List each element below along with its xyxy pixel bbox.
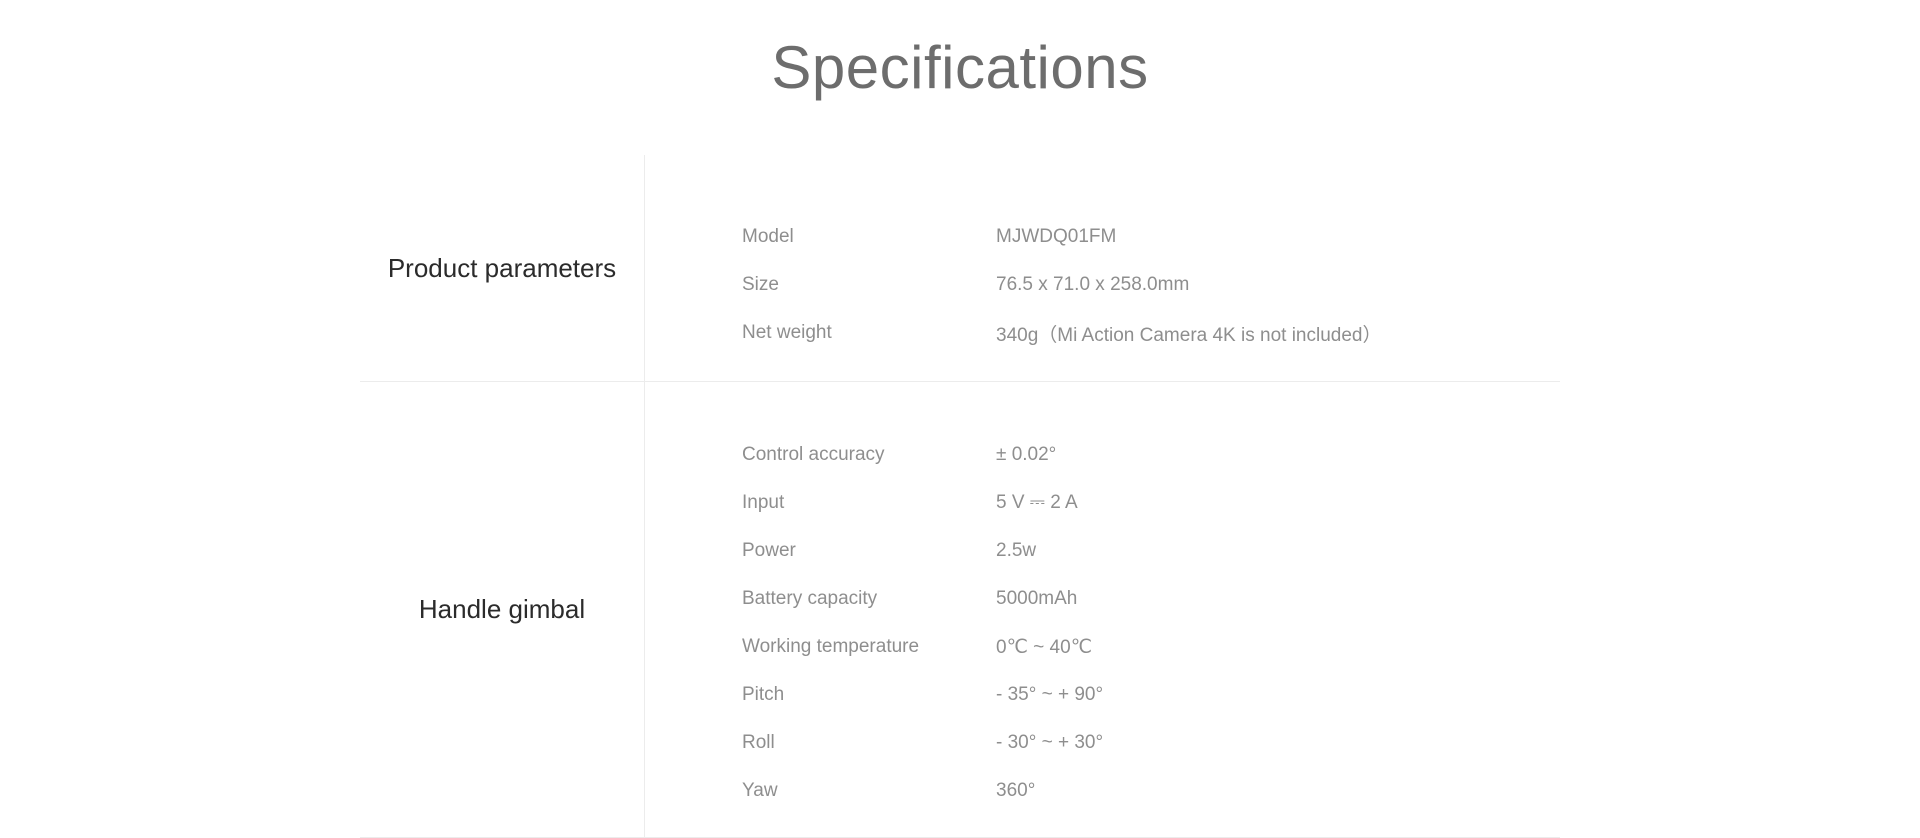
spec-row-model: Model MJWDQ01FM	[742, 213, 1560, 261]
spec-row-working-temperature: Working temperature 0℃ ~ 40℃	[742, 623, 1560, 671]
spec-value: 5000mAh	[996, 588, 1078, 609]
spec-section-product-parameters: Product parameters Model MJWDQ01FM Size …	[360, 155, 1560, 382]
spec-row-battery-capacity: Battery capacity 5000mAh	[742, 575, 1560, 623]
spec-key: Size	[742, 274, 779, 295]
spec-row-control-accuracy: Control accuracy ± 0.02°	[742, 431, 1560, 479]
spec-section-handle-gimbal: Handle gimbal Control accuracy ± 0.02° I…	[360, 382, 1560, 838]
spec-key: Pitch	[742, 684, 785, 705]
spec-key: Input	[742, 492, 785, 513]
spec-value: 76.5 x 71.0 x 258.0mm	[996, 274, 1190, 295]
spec-value: - 35° ~ + 90°	[996, 684, 1104, 705]
spec-value: ± 0.02°	[996, 444, 1057, 465]
spec-value: 340g（Mi Action Camera 4K is not included…	[996, 324, 1382, 346]
spec-row-pitch: Pitch - 35° ~ + 90°	[742, 671, 1560, 719]
spec-row-size: Size 76.5 x 71.0 x 258.0mm	[742, 261, 1560, 309]
section-rows: Control accuracy ± 0.02° Input 5 V ⎓ 2 A…	[645, 382, 1560, 837]
spec-value: 360°	[996, 780, 1036, 801]
spec-row-net-weight: Net weight 340g（Mi Action Camera 4K is n…	[742, 309, 1560, 357]
spec-row-roll: Roll - 30° ~ + 30°	[742, 719, 1560, 767]
spec-value: 0℃ ~ 40℃	[996, 636, 1093, 658]
spec-row-input: Input 5 V ⎓ 2 A	[742, 479, 1560, 527]
spec-key: Model	[742, 226, 794, 247]
spec-value: - 30° ~ + 30°	[996, 732, 1104, 753]
spec-key: Roll	[742, 732, 775, 753]
spec-value: MJWDQ01FM	[996, 226, 1117, 247]
spec-row-power: Power 2.5w	[742, 527, 1560, 575]
section-rows: Model MJWDQ01FM Size 76.5 x 71.0 x 258.0…	[645, 155, 1560, 381]
spec-key: Power	[742, 540, 796, 561]
spec-key: Net weight	[742, 322, 832, 343]
spec-table: Product parameters Model MJWDQ01FM Size …	[360, 155, 1560, 838]
spec-row-yaw: Yaw 360°	[742, 767, 1560, 815]
section-label: Product parameters	[360, 155, 645, 381]
spec-key: Yaw	[742, 780, 778, 801]
spec-key: Control accuracy	[742, 444, 885, 465]
page-title: Specifications	[771, 34, 1149, 101]
spec-key: Battery capacity	[742, 588, 878, 609]
spec-value: 2.5w	[996, 540, 1037, 561]
section-label: Handle gimbal	[360, 382, 645, 837]
spec-key: Working temperature	[742, 636, 920, 657]
spec-value: 5 V ⎓ 2 A	[996, 492, 1078, 513]
